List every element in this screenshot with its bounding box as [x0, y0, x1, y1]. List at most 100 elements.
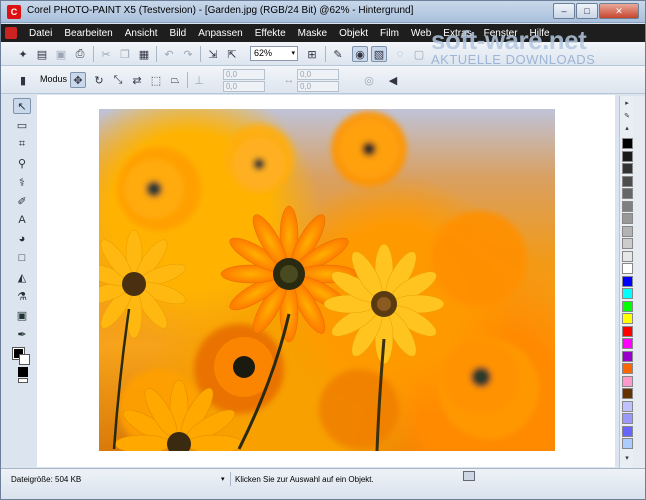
palette-swatch[interactable] [622, 163, 633, 174]
save-icon[interactable]: ▣ [53, 46, 69, 62]
rotate-mode-icon[interactable]: ↻ [91, 72, 107, 88]
show-object-marquee-icon[interactable]: ◉ [352, 46, 368, 62]
palette-swatch[interactable] [622, 288, 633, 299]
transparency-tool-icon[interactable]: ⚗ [13, 288, 31, 304]
brush-settings-icon[interactable]: ✎ [330, 46, 346, 62]
menu-bearbeiten[interactable]: Bearbeiten [58, 28, 118, 39]
palette-swatch[interactable] [622, 250, 633, 262]
zoom-tool-icon[interactable]: ⚲ [13, 155, 31, 171]
arrange-icon[interactable]: ◀ [385, 72, 401, 88]
palette-swatch[interactable] [622, 150, 633, 162]
menu-datei[interactable]: Datei [23, 28, 58, 39]
garden-image-canvas[interactable] [99, 109, 555, 451]
maximize-button[interactable]: □ [576, 3, 598, 19]
palette-swatch[interactable] [622, 350, 633, 362]
text-tool-icon[interactable]: A [13, 212, 31, 228]
palette-swatch[interactable] [622, 413, 633, 424]
modus-label: Modus [40, 74, 68, 84]
fill-color-swatch[interactable] [18, 367, 28, 377]
palette-swatch[interactable] [622, 175, 633, 187]
redo-icon[interactable]: ↷ [180, 46, 196, 62]
crop-tool-icon[interactable]: ⌗ [13, 136, 31, 152]
paint-tool-icon[interactable]: ✒ [13, 326, 31, 342]
new-file-icon[interactable]: ✦ [15, 46, 31, 62]
palette-swatch[interactable] [622, 225, 633, 237]
palette-swatch[interactable] [622, 188, 633, 199]
menu-objekt[interactable]: Objekt [333, 28, 374, 39]
palette-swatch[interactable] [622, 375, 633, 387]
copy-icon[interactable]: ❐ [117, 46, 133, 62]
palette-swatch[interactable] [622, 300, 633, 312]
menu-film[interactable]: Film [374, 28, 405, 39]
menu-ansicht[interactable]: Ansicht [119, 28, 164, 39]
undo-icon[interactable]: ↶ [161, 46, 177, 62]
eyedropper-tool-icon[interactable]: ⚕ [13, 174, 31, 190]
palette-scroll-up-icon[interactable]: ▴ [622, 124, 632, 134]
rectangle-mask-tool-icon[interactable]: ▭ [13, 117, 31, 133]
palette-swatch[interactable] [622, 313, 633, 324]
drop-shadow-tool-icon[interactable]: ▣ [13, 307, 31, 323]
cut-icon[interactable]: ✂ [98, 46, 114, 62]
menu-effekte[interactable]: Effekte [249, 28, 292, 39]
palette-swatch[interactable] [622, 388, 633, 399]
palette-menu-icon[interactable]: ▸ [622, 99, 632, 109]
status-dropdown-icon[interactable]: ▾ [221, 475, 225, 483]
corel-app-icon[interactable]: C [7, 5, 21, 19]
paste-icon[interactable]: ▦ [136, 46, 152, 62]
object-picker-options-icon[interactable]: ▮ [15, 72, 31, 88]
document-menu-icon[interactable] [5, 27, 17, 39]
palette-swatch[interactable] [622, 200, 633, 212]
status-hint: Klicken Sie zur Auswahl auf ein Objekt. [235, 475, 374, 484]
palette-swatch[interactable] [622, 363, 633, 374]
size-icon: ↔ [283, 74, 295, 86]
paper-color-swatch[interactable] [18, 378, 28, 383]
red-eye-tool-icon[interactable]: ◕ [13, 231, 31, 247]
palette-scroll-down-icon[interactable]: ▾ [622, 454, 632, 464]
palette-swatch[interactable] [622, 263, 633, 274]
zoom-fit-icon[interactable]: ⊞ [304, 46, 320, 62]
perspective-mode-icon[interactable]: ⏢ [167, 72, 183, 88]
welcome-screen-icon[interactable]: ▢ [411, 46, 427, 62]
palette-swatch[interactable] [622, 425, 633, 437]
palette-swatch[interactable] [622, 275, 633, 287]
palette-swatch[interactable] [622, 338, 633, 349]
size-height-field[interactable]: 0,0 [297, 81, 339, 92]
monitor-icon[interactable] [463, 471, 475, 481]
export-icon[interactable]: ⇱ [224, 46, 240, 62]
palette-swatch[interactable] [622, 438, 633, 449]
palette-swatch[interactable] [622, 400, 633, 412]
palette-swatch[interactable] [622, 325, 633, 337]
distort-mode-icon[interactable]: ⬚ [148, 72, 164, 88]
import-icon[interactable]: ⇲ [205, 46, 221, 62]
print-icon[interactable]: ⎙ [72, 46, 88, 62]
palette-swatch[interactable] [622, 238, 633, 249]
position-x-field[interactable]: 0,0 [223, 69, 265, 80]
eraser-tool-icon[interactable]: ✐ [13, 193, 31, 209]
scale-mode-icon[interactable]: ⤡ [110, 72, 126, 88]
zoom-value: 62% [254, 48, 273, 58]
palette-swatch[interactable] [622, 213, 633, 224]
menu-anpassen[interactable]: Anpassen [192, 28, 248, 39]
skew-mode-icon[interactable]: ⇄ [129, 72, 145, 88]
menu-maske[interactable]: Maske [292, 28, 333, 39]
minimize-button[interactable]: – [553, 3, 575, 19]
background-color-swatch[interactable] [19, 354, 30, 365]
eyedropper-palette-icon[interactable]: ✎ [622, 112, 632, 122]
close-button[interactable]: ✕ [599, 3, 639, 19]
show-mask-icon[interactable]: ▧ [371, 46, 387, 62]
position-y-field[interactable]: 0,0 [223, 81, 265, 92]
size-width-field[interactable]: 0,0 [297, 69, 339, 80]
window-controls: – □ ✕ [553, 3, 639, 19]
zoom-select[interactable]: 62% ▾ [250, 46, 298, 61]
lock-icon[interactable]: ◌ [392, 46, 408, 62]
fill-tool-icon[interactable]: ◭ [13, 269, 31, 285]
menu-bild[interactable]: Bild [164, 28, 193, 39]
open-folder-icon[interactable]: ▤ [34, 46, 50, 62]
move-mode-icon[interactable]: ✥ [70, 72, 86, 88]
pick-tool-icon[interactable]: ↖ [13, 98, 31, 114]
rectangle-tool-icon[interactable]: □ [13, 250, 31, 266]
apply-transform-icon[interactable]: ◎ [361, 72, 377, 88]
vertical-scrollbar[interactable] [633, 96, 645, 468]
window-title: Corel PHOTO-PAINT X5 (Testversion) - [Ga… [27, 5, 414, 16]
palette-swatch[interactable] [622, 138, 633, 149]
